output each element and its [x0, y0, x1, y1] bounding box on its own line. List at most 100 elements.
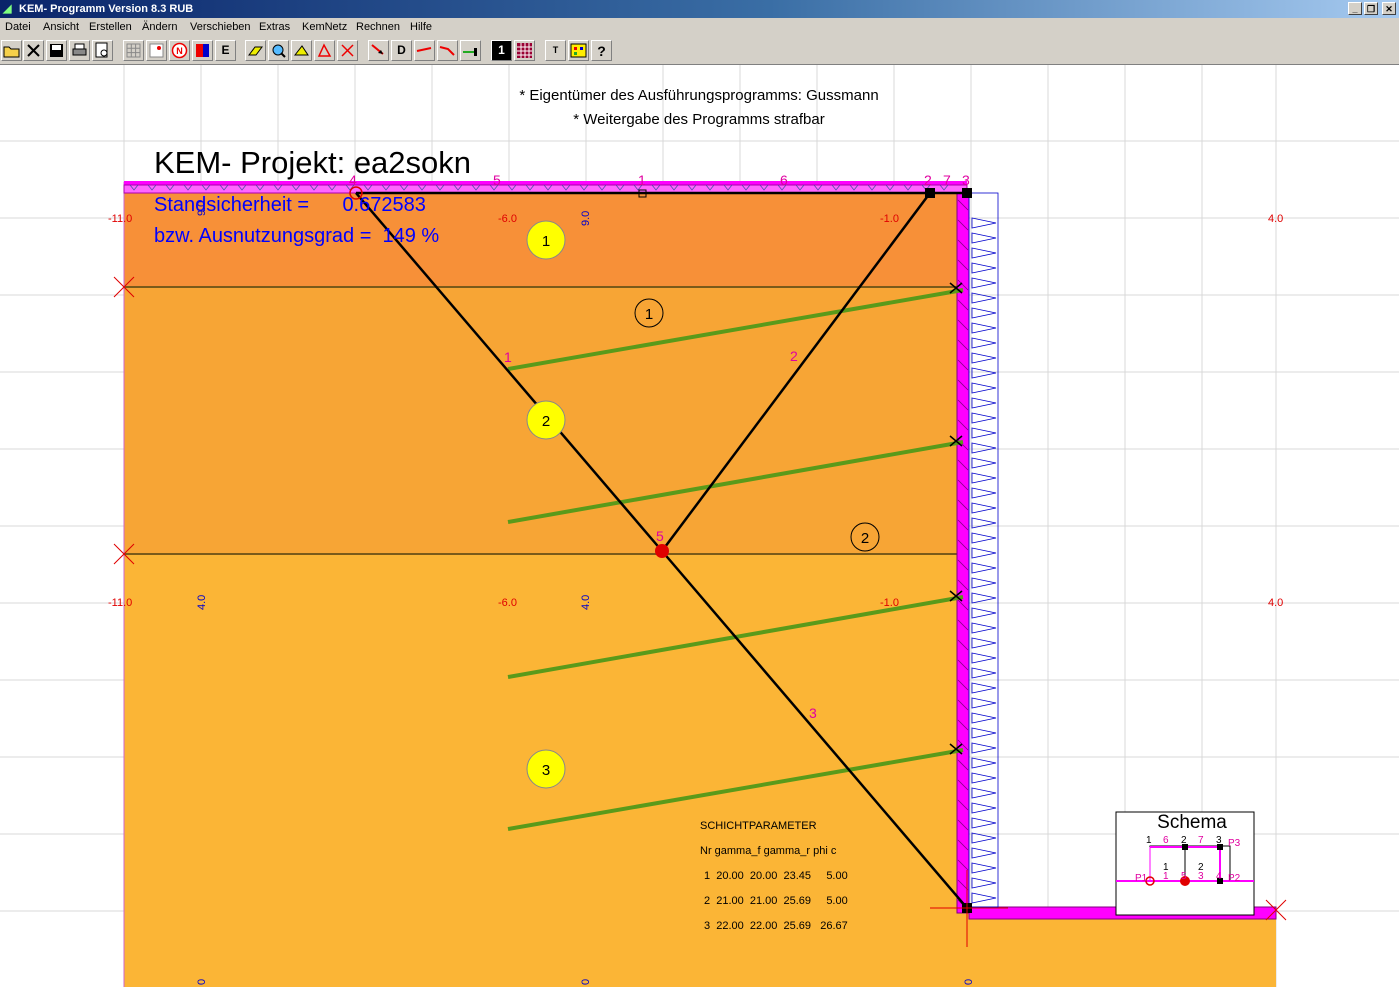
notice-warning: * Weitergabe des Programms strafbar [573, 111, 825, 128]
menu-erstellen[interactable]: Erstellen [89, 18, 132, 37]
anchor-icon[interactable] [460, 40, 481, 61]
title-bar: ◢ KEM- Programm Version 8.3 RUB _ ❐ ✕ [0, 0, 1399, 18]
open-icon[interactable] [1, 40, 22, 61]
print-icon[interactable] [69, 40, 90, 61]
menu-aendern[interactable]: Ändern [142, 18, 177, 37]
move-icon[interactable] [291, 40, 312, 61]
svg-text:1 20.00 20.00 23.45 5.0: 1 20.00 20.00 23.45 5.00 [704, 870, 848, 882]
svg-text:Nr gamma_f gamma_r phi c: Nr gamma_f gamma_r phi c [700, 845, 837, 857]
body-label-1: 1 [645, 306, 653, 323]
svg-text:3: 3 [1216, 835, 1222, 846]
svg-text:Schema: Schema [1157, 812, 1227, 833]
body-label-2: 2 [861, 530, 869, 547]
app-icon: ◢ [3, 3, 12, 15]
minimize-button[interactable]: _ [1348, 2, 1362, 15]
grid-icon[interactable] [123, 40, 144, 61]
edit-icon[interactable] [245, 40, 266, 61]
layer-label-3: 3 [542, 762, 550, 779]
menu-extras[interactable]: Extras [259, 18, 290, 37]
svg-text:7: 7 [1198, 835, 1204, 846]
safety-factor: Standsicherheit = 0.672583 [154, 194, 426, 216]
svg-text:?: ? [597, 43, 606, 59]
svg-text:1: 1 [504, 349, 512, 365]
svg-text:3 22.00 22.00 25.69 26.67: 3 22.00 22.00 25.69 26.67 [704, 920, 848, 932]
svg-text:2: 2 [790, 348, 798, 364]
help-icon[interactable]: ? [591, 40, 612, 61]
menu-verschieben[interactable]: Verschieben [190, 18, 251, 37]
svg-text:2 21.00 21.00 25.69 5.0: 2 21.00 21.00 25.69 5.00 [704, 895, 848, 907]
menu-datei[interactable]: Datei [5, 18, 31, 37]
menu-kemnetz[interactable]: KemNetz [302, 18, 347, 37]
notice-owner: * Eigentümer des Ausführungsprogramms: G… [519, 87, 878, 104]
svg-text:-11.0: -11.0 [108, 213, 132, 225]
svg-text:6: 6 [1163, 835, 1169, 846]
node-3[interactable] [962, 188, 972, 198]
text-icon[interactable]: T [545, 40, 566, 61]
node-5[interactable] [655, 544, 669, 558]
angle-icon[interactable] [314, 40, 335, 61]
project-title: KEM- Projekt: ea2sokn [154, 145, 471, 180]
e-button[interactable]: E [215, 40, 236, 61]
node-2[interactable] [925, 188, 935, 198]
arrow-icon[interactable] [368, 40, 389, 61]
zoom-icon[interactable] [268, 40, 289, 61]
line-icon[interactable] [414, 40, 435, 61]
point-icon[interactable] [146, 40, 167, 61]
menu-rechnen[interactable]: Rechnen [356, 18, 400, 37]
svg-text:P1: P1 [1135, 873, 1148, 884]
svg-text:P3: P3 [1228, 838, 1241, 849]
svg-text:1: 1 [1163, 871, 1169, 882]
color-icon[interactable] [192, 40, 213, 61]
svg-text:4.0: 4.0 [1268, 597, 1283, 609]
one-button[interactable]: 1 [491, 40, 512, 61]
svg-text:0: 0 [580, 979, 592, 985]
surface-load [123, 181, 968, 194]
svg-text:P2: P2 [1228, 873, 1241, 884]
svg-text:4: 4 [1216, 871, 1222, 882]
close-button[interactable]: ✕ [1382, 2, 1396, 15]
menu-hilfe[interactable]: Hilfe [410, 18, 432, 37]
svg-text:5: 5 [1181, 871, 1187, 882]
menu-ansicht[interactable]: Ansicht [43, 18, 79, 37]
svg-text:2: 2 [1198, 862, 1204, 873]
svg-text:2: 2 [1181, 835, 1187, 846]
svg-text:-1.0: -1.0 [880, 597, 899, 609]
svg-text:3: 3 [962, 172, 970, 188]
node-icon[interactable]: N [169, 40, 190, 61]
delete-icon[interactable] [337, 40, 358, 61]
preview-icon[interactable] [92, 40, 113, 61]
drawing-canvas[interactable]: 1 2 3 1 2 4 5 1 6 2 7 3 1 2 3 5 -11.0 -6… [0, 65, 1399, 987]
svg-text:-1.0: -1.0 [880, 213, 899, 225]
svg-text:N: N [176, 46, 183, 56]
restore-button[interactable]: ❐ [1364, 2, 1378, 15]
svg-text:4.0: 4.0 [196, 595, 208, 610]
close-file-icon[interactable] [23, 40, 44, 61]
svg-text:9.0: 9.0 [580, 211, 592, 226]
svg-text:1: 1 [1146, 835, 1152, 846]
svg-text:4.0: 4.0 [580, 595, 592, 610]
svg-text:3: 3 [809, 705, 817, 721]
soil-front [958, 913, 1276, 987]
svg-text:0: 0 [196, 979, 208, 985]
earth-pressure [968, 192, 999, 908]
schema-box: Schema 1 6 2 7 3 P3 P1 1 1 5 3 2 P2 4 [1115, 811, 1255, 916]
menu-bar: Datei Ansicht Erstellen Ändern Verschieb… [0, 18, 1399, 37]
svg-text:1: 1 [638, 172, 646, 188]
d-button[interactable]: D [391, 40, 412, 61]
layer-label-1: 1 [542, 233, 550, 250]
layer-icon[interactable] [568, 40, 589, 61]
svg-text:5: 5 [493, 172, 501, 188]
curve-icon[interactable] [437, 40, 458, 61]
layer-label-2: 2 [542, 413, 550, 430]
svg-text:7: 7 [943, 172, 951, 188]
toolbar: N E D 1 T ? [0, 37, 1399, 65]
table-icon[interactable] [514, 40, 535, 61]
svg-text:-6.0: -6.0 [498, 213, 517, 225]
svg-text:5: 5 [656, 528, 664, 544]
save-icon[interactable] [46, 40, 67, 61]
svg-text:6: 6 [780, 172, 788, 188]
svg-text:0: 0 [963, 979, 975, 985]
svg-text:2: 2 [924, 172, 932, 188]
svg-text:-6.0: -6.0 [498, 597, 517, 609]
svg-text:4.0: 4.0 [1268, 213, 1283, 225]
